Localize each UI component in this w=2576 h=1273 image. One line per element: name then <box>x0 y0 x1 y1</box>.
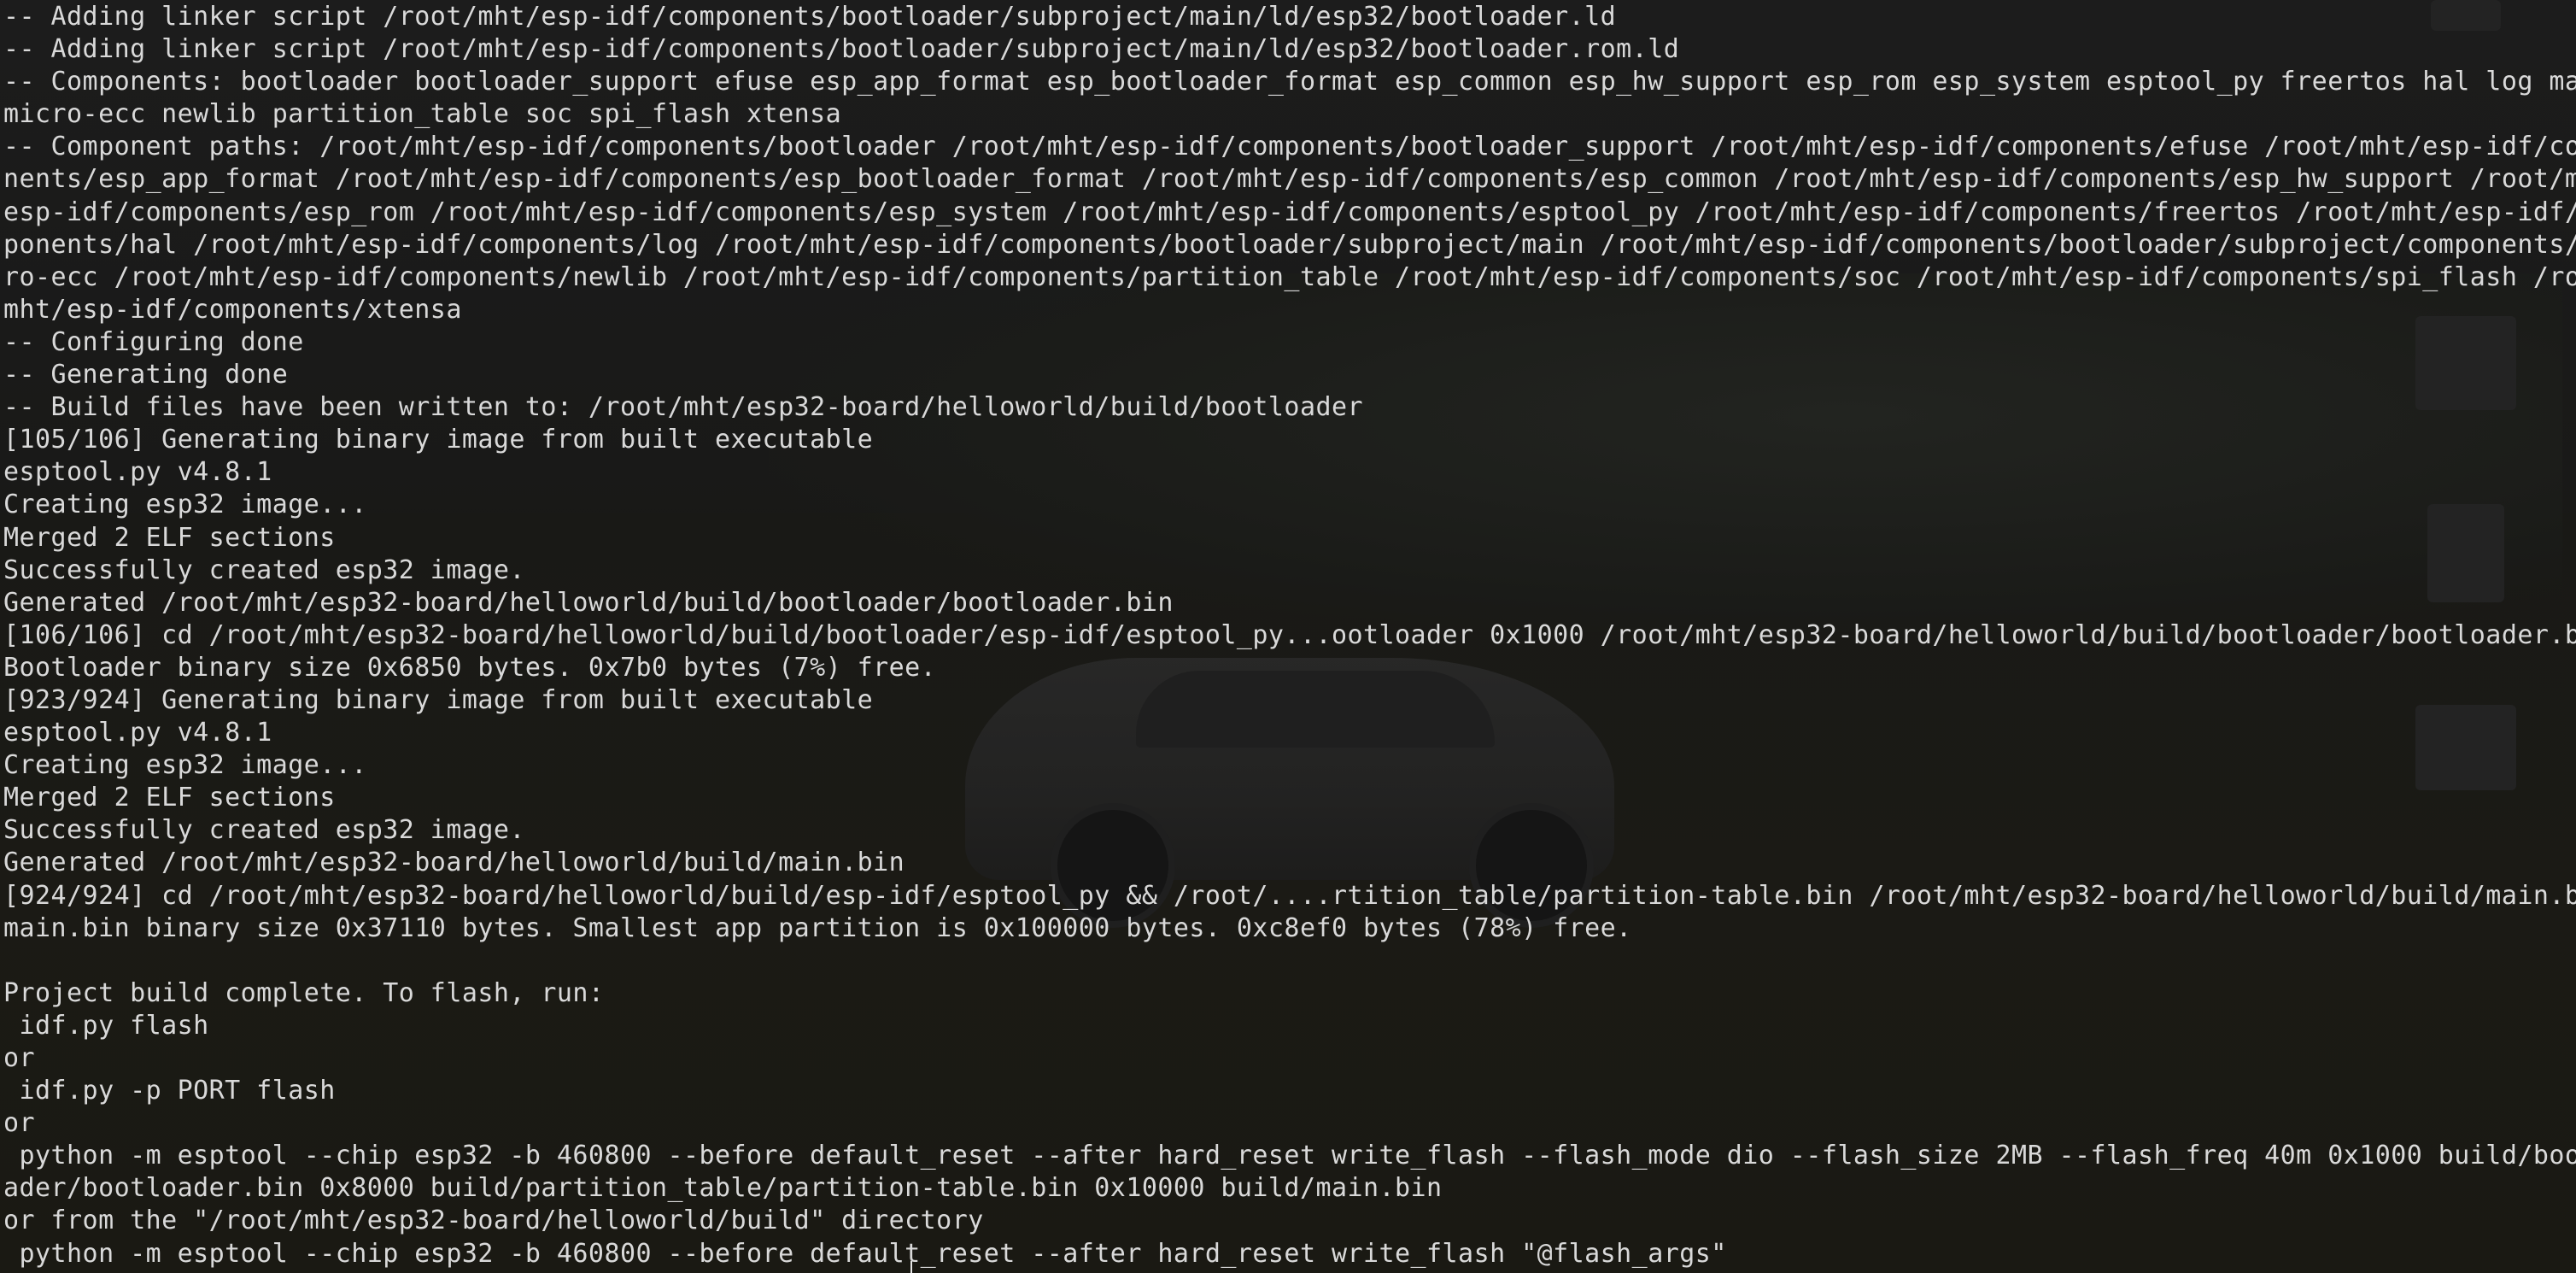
terminal-line: ader/bootloader.bin 0x8000 build/partiti… <box>3 1173 1443 1204</box>
terminal-line: main.bin binary size 0x37110 bytes. Smal… <box>3 912 1632 943</box>
terminal-line: ponents/hal /root/mht/esp-idf/components… <box>3 229 2576 260</box>
terminal-line: Creating esp32 image... <box>3 750 367 781</box>
terminal-line: -- Adding linker script /root/mht/esp-id… <box>3 34 1680 65</box>
terminal-line: or from the "/root/mht/esp32-board/hello… <box>3 1206 984 1236</box>
terminal-line: -- Components: bootloader bootloader_sup… <box>3 67 2576 97</box>
terminal-line: python -m esptool --chip esp32 -b 460800… <box>3 1238 1727 1269</box>
terminal-line: mht/esp-idf/components/xtensa <box>3 294 462 325</box>
terminal-line: Bootloader binary size 0x6850 bytes. 0x7… <box>3 652 937 683</box>
terminal-line: Merged 2 ELF sections <box>3 783 336 813</box>
terminal-line: Successfully created esp32 image. <box>3 815 525 846</box>
terminal-line: Generated /root/mht/esp32-board/hellowor… <box>3 587 1174 618</box>
terminal-line: -- Build files have been written to: /ro… <box>3 392 1363 423</box>
terminal-line: nents/esp_app_format /root/mht/esp-idf/c… <box>3 164 2576 195</box>
terminal-line: Creating esp32 image... <box>3 490 367 520</box>
terminal-line: [106/106] cd /root/mht/esp32-board/hello… <box>3 619 2576 650</box>
terminal-line: Project build complete. To flash, run: <box>3 977 605 1008</box>
terminal-line: ro-ecc /root/mht/esp-idf/components/newl… <box>3 261 2576 292</box>
terminal-line: python -m esptool --chip esp32 -b 460800… <box>3 1141 2576 1171</box>
terminal-line: -- Adding linker script /root/mht/esp-id… <box>3 2 1617 32</box>
terminal-line: Successfully created esp32 image. <box>3 554 525 585</box>
terminal-line: Merged 2 ELF sections <box>3 522 336 553</box>
terminal-line: idf.py -p PORT flash <box>3 1076 336 1106</box>
terminal-line: esptool.py v4.8.1 <box>3 457 272 488</box>
terminal-line: esp-idf/components/esp_rom /root/mht/esp… <box>3 197 2576 227</box>
terminal-line: idf.py flash <box>3 1010 209 1041</box>
terminal-line: -- Component paths: /root/mht/esp-idf/co… <box>3 132 2576 162</box>
terminal-line: or <box>3 1108 36 1139</box>
terminal-line: Generated /root/mht/esp32-board/hellowor… <box>3 848 905 878</box>
terminal-line: [923/924] Generating binary image from b… <box>3 684 874 715</box>
terminal-line: or <box>3 1043 36 1073</box>
terminal-line: micro-ecc newlib partition_table soc spi… <box>3 99 842 130</box>
terminal-line: [924/924] cd /root/mht/esp32-board/hello… <box>3 880 2576 911</box>
terminal-line: esptool.py v4.8.1 <box>3 718 272 748</box>
terminal-line: -- Configuring done <box>3 326 304 357</box>
text-cursor <box>910 1261 912 1273</box>
terminal-line: [105/106] Generating binary image from b… <box>3 425 874 455</box>
terminal-output[interactable]: -- Adding linker script /root/mht/esp-id… <box>0 0 2576 1273</box>
terminal-line: -- Generating done <box>3 360 289 390</box>
